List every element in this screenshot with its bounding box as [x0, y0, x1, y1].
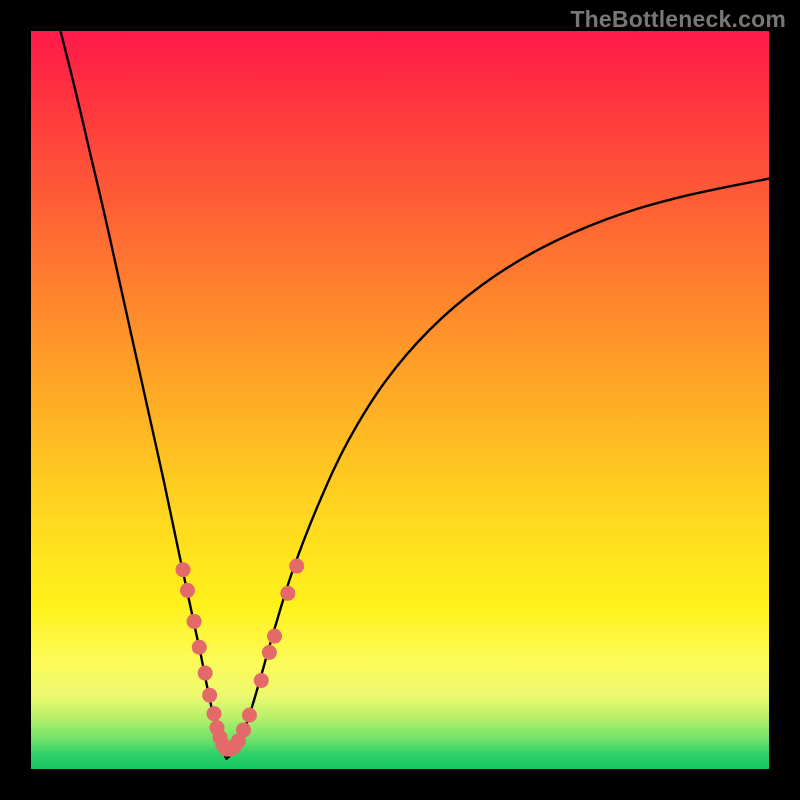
data-marker — [289, 559, 304, 574]
watermark-text: TheBottleneck.com — [570, 6, 786, 33]
data-marker — [180, 583, 195, 598]
data-marker — [242, 708, 257, 723]
data-marker — [207, 706, 222, 721]
data-marker — [192, 640, 207, 655]
data-marker — [280, 586, 295, 601]
curve-right-branch — [227, 179, 769, 759]
data-marker — [202, 688, 217, 703]
data-marker — [176, 562, 191, 577]
data-marker — [198, 666, 213, 681]
data-marker — [187, 614, 202, 629]
data-marker — [267, 629, 282, 644]
data-marker — [262, 645, 277, 660]
data-marker — [254, 673, 269, 688]
chart-frame: TheBottleneck.com — [0, 0, 800, 800]
chart-svg — [31, 31, 769, 769]
marker-group — [176, 559, 305, 757]
data-marker — [236, 722, 251, 737]
